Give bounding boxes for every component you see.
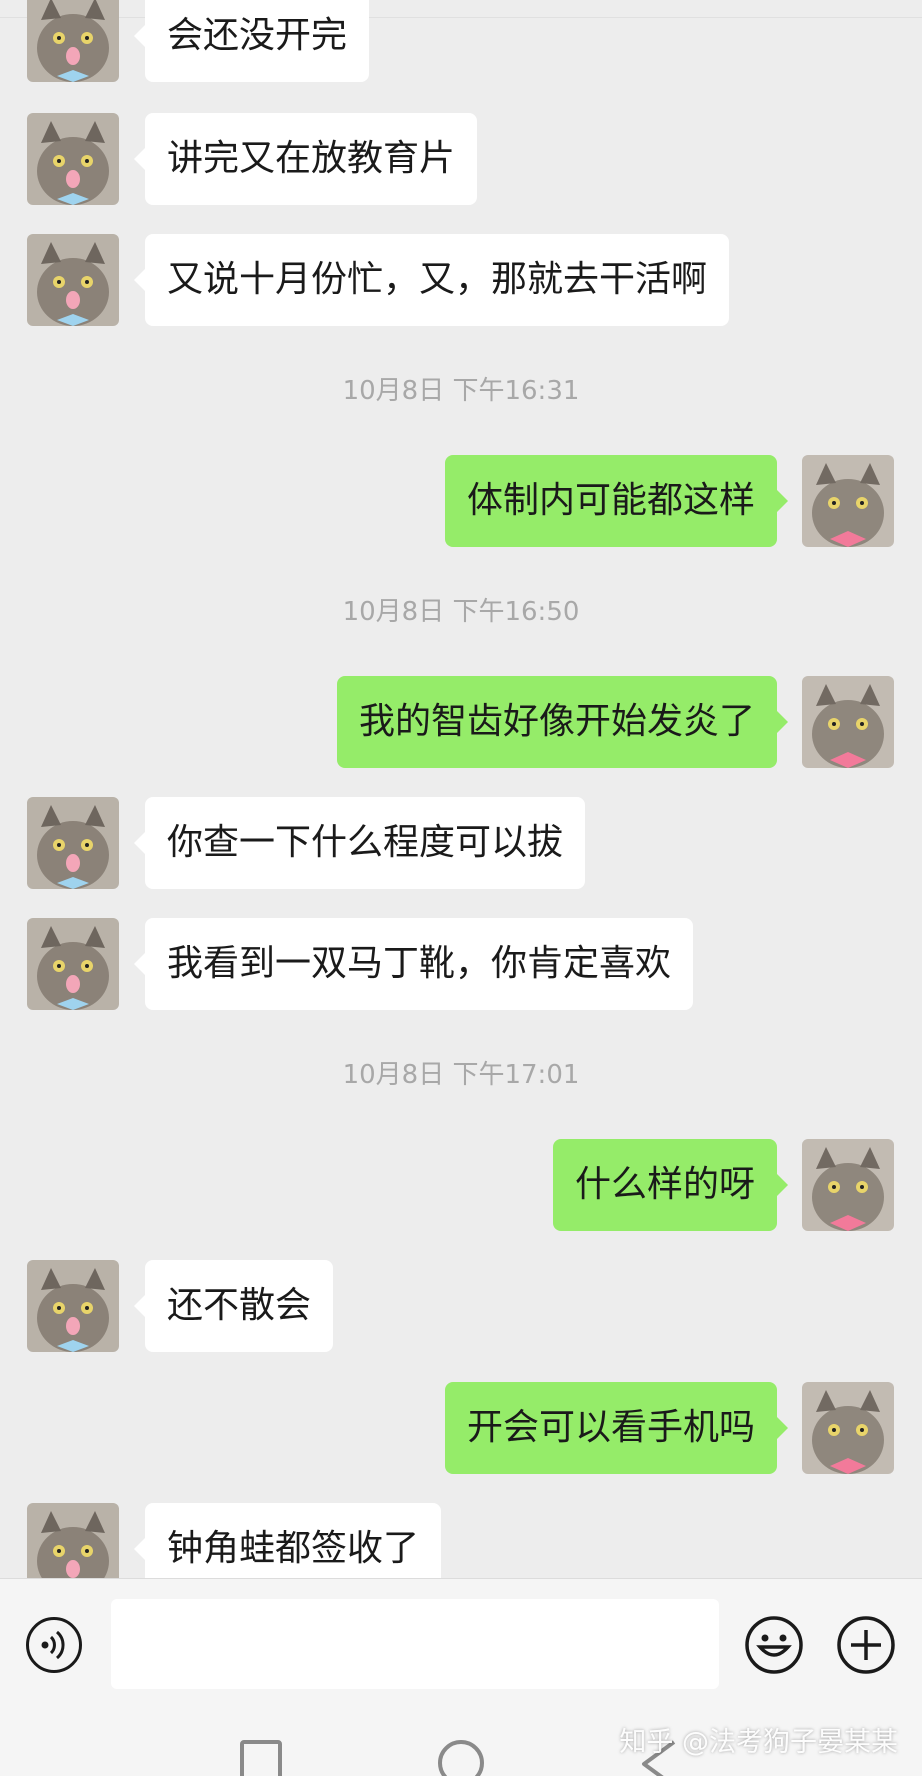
contact-avatar[interactable] bbox=[27, 234, 119, 326]
self-avatar[interactable] bbox=[802, 1139, 894, 1231]
watermark: 知乎 @法考狗子晏某某 bbox=[619, 1727, 898, 1758]
cat-avatar-icon bbox=[27, 0, 119, 82]
cat-avatar-icon bbox=[27, 797, 119, 889]
contact-avatar[interactable] bbox=[27, 113, 119, 205]
nav-home-icon[interactable] bbox=[438, 1740, 484, 1776]
message-bubble[interactable]: 还不散会 bbox=[133, 1260, 334, 1352]
contact-avatar[interactable] bbox=[27, 797, 119, 889]
message-row: 我看到一双马丁靴，你肯定喜欢 bbox=[0, 918, 922, 1010]
message-bubble[interactable]: 我的智齿好像开始发炎了 bbox=[336, 676, 789, 768]
message-row: 你查一下什么程度可以拔 bbox=[0, 797, 922, 889]
self-avatar[interactable] bbox=[802, 455, 894, 547]
message-timestamp: 10月8日 下午17:01 bbox=[342, 1060, 580, 1090]
message-row: 体制内可能都这样 bbox=[0, 455, 922, 547]
message-bubble[interactable]: 体制内可能都这样 bbox=[444, 455, 789, 547]
contact-avatar[interactable] bbox=[27, 918, 119, 1010]
cat-avatar-icon bbox=[27, 918, 119, 1010]
message-row: 开会可以看手机吗 bbox=[0, 1382, 922, 1474]
message-bubble[interactable]: 什么样的呀 bbox=[552, 1139, 789, 1231]
contact-avatar[interactable] bbox=[27, 1260, 119, 1352]
message-row: 又说十月份忙，又，那就去干活啊 bbox=[0, 234, 922, 326]
self-avatar[interactable] bbox=[802, 676, 894, 768]
cat-avatar-icon bbox=[802, 676, 894, 768]
cat-avatar-icon bbox=[802, 1382, 894, 1474]
message-row: 还不散会 bbox=[0, 1260, 922, 1352]
message-bubble[interactable]: 讲完又在放教育片 bbox=[133, 113, 478, 205]
message-bubble[interactable]: 开会可以看手机吗 bbox=[444, 1382, 789, 1474]
cat-avatar-icon bbox=[27, 113, 119, 205]
cat-avatar-icon bbox=[802, 1139, 894, 1231]
cat-avatar-icon bbox=[27, 234, 119, 326]
chat-input-bar bbox=[0, 1578, 922, 1711]
chat-message-list[interactable]: 会还没开完 讲完又在放教育片 又说十月份忙，又，那就去干活啊 10月8日 下午1… bbox=[0, 0, 922, 1578]
message-row: 什么样的呀 bbox=[0, 1139, 922, 1231]
cat-avatar-icon bbox=[802, 455, 894, 547]
contact-avatar[interactable] bbox=[27, 0, 119, 82]
self-avatar[interactable] bbox=[802, 1382, 894, 1474]
cat-avatar-icon bbox=[27, 1503, 119, 1578]
message-bubble[interactable]: 你查一下什么程度可以拔 bbox=[133, 797, 586, 889]
message-timestamp: 10月8日 下午16:50 bbox=[342, 597, 580, 627]
voice-icon[interactable] bbox=[26, 1617, 82, 1673]
message-bubble[interactable]: 会还没开完 bbox=[133, 0, 370, 82]
message-row: 讲完又在放教育片 bbox=[0, 113, 922, 205]
message-bubble[interactable]: 钟角蛙都签收了 bbox=[133, 1503, 442, 1578]
message-timestamp: 10月8日 下午16:31 bbox=[342, 376, 580, 406]
message-row: 钟角蛙都签收了 bbox=[0, 1503, 922, 1578]
emoji-icon[interactable] bbox=[744, 1615, 804, 1675]
contact-avatar[interactable] bbox=[27, 1503, 119, 1578]
message-row: 会还没开完 bbox=[0, 0, 922, 82]
plus-icon[interactable] bbox=[836, 1615, 896, 1675]
message-input[interactable] bbox=[111, 1599, 719, 1689]
message-bubble[interactable]: 我看到一双马丁靴，你肯定喜欢 bbox=[133, 918, 694, 1010]
message-bubble[interactable]: 又说十月份忙，又，那就去干活啊 bbox=[133, 234, 730, 326]
nav-back-icon[interactable] bbox=[240, 1740, 282, 1776]
cat-avatar-icon bbox=[27, 1260, 119, 1352]
message-row: 我的智齿好像开始发炎了 bbox=[0, 676, 922, 768]
